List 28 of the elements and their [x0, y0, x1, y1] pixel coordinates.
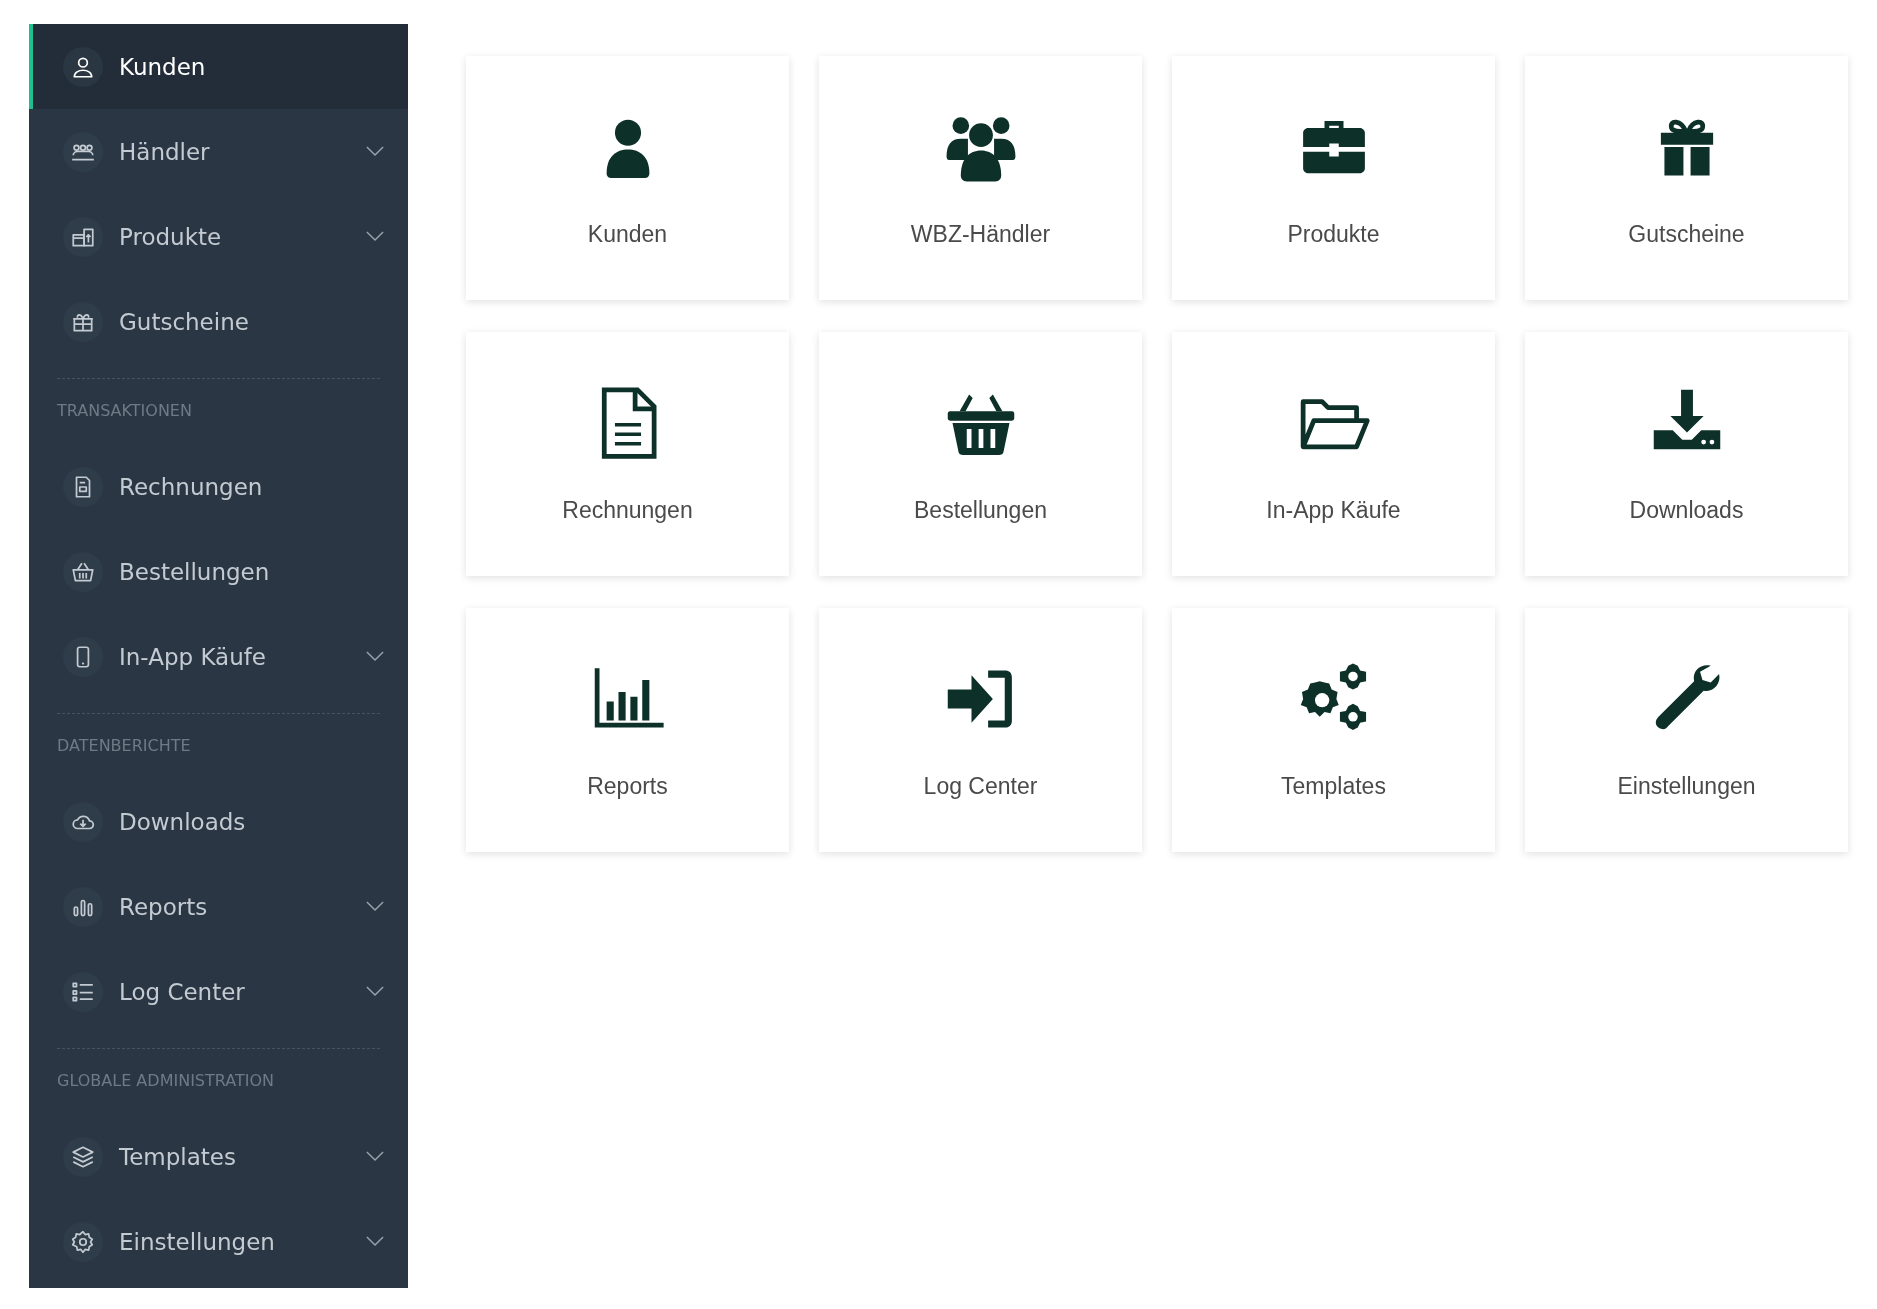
- sidebar-item[interactable]: Reports: [29, 864, 408, 949]
- sidebar-item[interactable]: Produkte: [29, 194, 408, 279]
- tile-button[interactable]: Templates: [1172, 608, 1495, 852]
- gear-icon: [70, 1228, 96, 1255]
- tile-button[interactable]: In-App Käufe: [1172, 332, 1495, 576]
- tile-button[interactable]: Gutscheine: [1525, 56, 1848, 300]
- tile-button[interactable]: Downloads: [1525, 332, 1848, 576]
- sidebar-item[interactable]: Rechnungen: [29, 444, 408, 529]
- section-heading: GLOBALE ADMINISTRATION: [57, 1071, 275, 1090]
- section-heading: DATENBERICHTE: [57, 736, 192, 755]
- sidebar-item[interactable]: Gutscheine: [29, 279, 408, 364]
- section-heading: TRANSAKTIONEN: [57, 401, 193, 420]
- tile-button[interactable]: Bestellungen: [819, 332, 1142, 576]
- tile-button[interactable]: Log Center: [819, 608, 1142, 852]
- sidebar-item[interactable]: Einstellungen: [29, 1199, 408, 1284]
- tile-button[interactable]: Produkte: [1172, 56, 1495, 300]
- sidebar-item[interactable]: Kunden: [29, 24, 408, 109]
- tile-button[interactable]: Rechnungen: [466, 332, 789, 576]
- tile-button[interactable]: Reports: [466, 608, 789, 852]
- sidebar-item[interactable]: Templates: [29, 1114, 408, 1199]
- sidebar-item[interactable]: In-App Käufe: [29, 614, 408, 699]
- sidebar-item[interactable]: Händler: [29, 109, 408, 194]
- sidebar-item[interactable]: Bestellungen: [29, 529, 408, 614]
- tile-button[interactable]: WBZ-Händler: [819, 56, 1142, 300]
- tile-button[interactable]: Kunden: [466, 56, 789, 300]
- sidebar-item[interactable]: Downloads: [29, 779, 408, 864]
- tile-button[interactable]: Einstellungen: [1525, 608, 1848, 852]
- sidebar-item[interactable]: Log Center: [29, 949, 408, 1034]
